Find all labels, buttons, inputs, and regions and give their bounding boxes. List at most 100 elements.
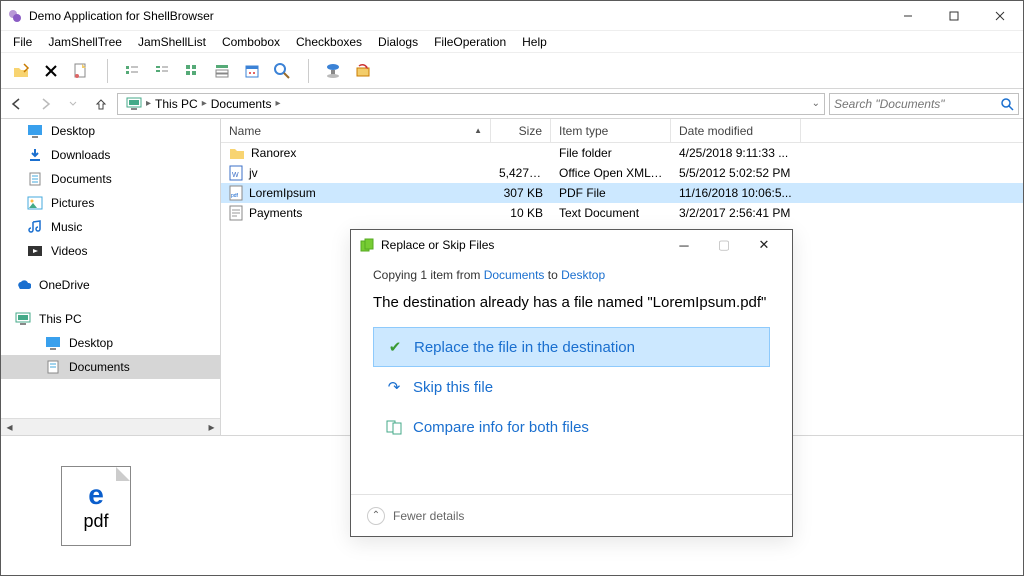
tree-videos[interactable]: Videos (1, 239, 220, 263)
titlebar: Demo Application for ShellBrowser (1, 1, 1023, 31)
source-link[interactable]: Documents (484, 268, 545, 282)
dialog-titlebar: Replace or Skip Files ─ ▢ ✕ (351, 230, 792, 260)
dest-link[interactable]: Desktop (561, 268, 605, 282)
chevron-right-icon: ▸ (275, 98, 280, 109)
table-row[interactable]: pdfLoremIpsum 307 KB PDF File 11/16/2018… (221, 183, 1023, 203)
menu-combobox[interactable]: Combobox (214, 33, 288, 51)
tool-calendar-icon[interactable] (238, 57, 266, 85)
videos-icon (27, 243, 43, 259)
sort-asc-icon: ▲ (474, 126, 482, 135)
dialog-message: The destination already has a file named… (373, 292, 770, 313)
nav-forward-button[interactable] (33, 92, 57, 116)
option-skip[interactable]: ↷ Skip this file (373, 367, 770, 407)
col-name-header[interactable]: Name▲ (221, 119, 491, 142)
pc-icon (15, 311, 31, 327)
pdf-icon: pdf (229, 185, 243, 201)
dialog-close-button[interactable]: ✕ (744, 237, 784, 253)
tree-pictures[interactable]: Pictures (1, 191, 220, 215)
navbar: ▸ This PC ▸ Documents ▸ ⌄ (1, 89, 1023, 119)
menu-jamshelltree[interactable]: JamShellTree (40, 33, 130, 51)
tree-pc-desktop[interactable]: Desktop (1, 331, 220, 355)
desktop-icon (27, 123, 43, 139)
breadcrumb[interactable]: ▸ This PC ▸ Documents ▸ ⌄ (117, 93, 825, 115)
tool-refresh-icon[interactable] (349, 57, 377, 85)
col-date-header[interactable]: Date modified (671, 119, 801, 142)
edge-icon: e (88, 479, 104, 511)
scroll-left-icon[interactable]: ◂ (1, 419, 18, 436)
toolbar (1, 53, 1023, 89)
scroll-right-icon[interactable]: ▸ (203, 419, 220, 436)
dialog-maximize-button: ▢ (704, 237, 744, 253)
desktop-icon (45, 335, 61, 351)
txt-icon (229, 205, 243, 221)
tree-music[interactable]: Music (1, 215, 220, 239)
menu-jamshelllist[interactable]: JamShellList (130, 33, 214, 51)
tool-view2-icon[interactable] (148, 57, 176, 85)
menu-fileoperation[interactable]: FileOperation (426, 33, 514, 51)
dialog-source-text: Copying 1 item from Documents to Desktop (373, 268, 770, 282)
search-icon[interactable] (1000, 97, 1014, 111)
tree-onedrive[interactable]: OneDrive (1, 273, 220, 297)
tool-properties-icon[interactable] (67, 57, 95, 85)
tool-open-icon[interactable] (7, 57, 35, 85)
nav-back-button[interactable] (5, 92, 29, 116)
tree-downloads[interactable]: Downloads (1, 143, 220, 167)
chevron-up-icon[interactable]: ⌃ (367, 507, 385, 525)
pdf-preview-icon: e pdf (61, 466, 131, 546)
tool-delete-icon[interactable] (37, 57, 65, 85)
folder-tree[interactable]: Desktop Downloads Documents Pictures Mus… (1, 119, 221, 435)
tool-network-icon[interactable] (319, 57, 347, 85)
close-button[interactable] (977, 1, 1023, 31)
menu-checkboxes[interactable]: Checkboxes (288, 33, 370, 51)
col-type-header[interactable]: Item type (551, 119, 671, 142)
nav-up-button[interactable] (89, 92, 113, 116)
tree-pc-documents[interactable]: Documents (1, 355, 220, 379)
copy-icon (359, 237, 375, 253)
menu-file[interactable]: File (5, 33, 40, 51)
breadcrumb-leaf[interactable]: Documents (207, 97, 276, 111)
tool-search-icon[interactable] (268, 57, 296, 85)
nav-history-dropdown[interactable] (61, 92, 85, 116)
breadcrumb-dropdown[interactable]: ⌄ (812, 98, 820, 109)
tool-view4-icon[interactable] (208, 57, 236, 85)
col-size-header[interactable]: Size (491, 119, 551, 142)
music-icon (27, 219, 43, 235)
replace-skip-dialog: Replace or Skip Files ─ ▢ ✕ Copying 1 it… (350, 229, 793, 537)
onedrive-icon (15, 277, 31, 293)
skip-icon: ↷ (385, 378, 403, 396)
breadcrumb-pc-icon (122, 97, 146, 111)
document-icon (45, 359, 61, 375)
menu-dialogs[interactable]: Dialogs (370, 33, 426, 51)
menu-help[interactable]: Help (514, 33, 555, 51)
application-window: Demo Application for ShellBrowser File J… (0, 0, 1024, 576)
search-input[interactable] (834, 97, 1000, 111)
column-headers: Name▲ Size Item type Date modified (221, 119, 1023, 143)
compare-icon (385, 419, 403, 435)
dialog-title: Replace or Skip Files (381, 238, 664, 252)
tool-view1-icon[interactable] (118, 57, 146, 85)
table-row[interactable]: Ranorex File folder 4/25/2018 9:11:33 ..… (221, 143, 1023, 163)
table-row[interactable]: Wjv 5,427 KB Office Open XML ... 5/5/201… (221, 163, 1023, 183)
pictures-icon (27, 195, 43, 211)
tree-scrollbar[interactable]: ◂ ▸ (1, 418, 220, 435)
docx-icon: W (229, 165, 243, 181)
tree-desktop[interactable]: Desktop (1, 119, 220, 143)
table-row[interactable]: Payments 10 KB Text Document 3/2/2017 2:… (221, 203, 1023, 223)
tree-thispc[interactable]: This PC (1, 307, 220, 331)
check-icon: ✔ (386, 338, 404, 356)
minimize-button[interactable] (885, 1, 931, 31)
folder-icon (229, 146, 245, 160)
window-title: Demo Application for ShellBrowser (29, 9, 885, 23)
tree-documents[interactable]: Documents (1, 167, 220, 191)
maximize-button[interactable] (931, 1, 977, 31)
fewer-details-link[interactable]: Fewer details (393, 509, 464, 523)
option-compare[interactable]: Compare info for both files (373, 407, 770, 447)
search-box[interactable] (829, 93, 1019, 115)
tool-view3-icon[interactable] (178, 57, 206, 85)
app-icon (7, 8, 23, 24)
dialog-minimize-button[interactable]: ─ (664, 238, 704, 253)
breadcrumb-root[interactable]: This PC (151, 97, 202, 111)
dialog-footer: ⌃ Fewer details (351, 494, 792, 536)
document-icon (27, 171, 43, 187)
option-replace[interactable]: ✔ Replace the file in the destination (373, 327, 770, 367)
